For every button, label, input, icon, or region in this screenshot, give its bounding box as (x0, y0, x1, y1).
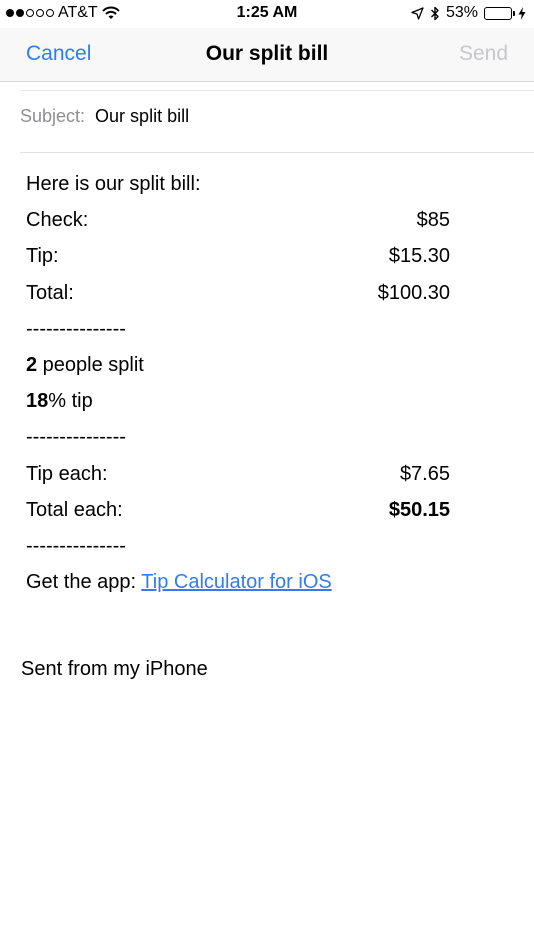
check-row: Check: $85 (26, 202, 450, 238)
separator: --------------- (26, 419, 450, 455)
total-value: $100.30 (377, 281, 450, 304)
location-arrow-icon (411, 6, 424, 20)
total-each-row: Total each: $50.15 (26, 492, 450, 528)
subject-field[interactable]: Subject: Our split bill (20, 106, 534, 153)
check-value: $85 (416, 209, 450, 232)
message-body[interactable]: Here is our split bill: Check: $85 Tip: … (26, 166, 450, 600)
tip-percent-split: 18% tip (26, 383, 93, 419)
tip-value: $15.30 (388, 245, 450, 268)
tip-label: Tip: (26, 245, 59, 268)
nav-bar: Cancel Our split bill Send (0, 28, 534, 82)
battery-percent: 53% (445, 4, 478, 21)
people-text: people split (37, 353, 144, 376)
app-link[interactable]: Tip Calculator for iOS (141, 571, 331, 593)
battery-icon (484, 6, 515, 20)
tip-each-row: Tip each: $7.65 (26, 456, 450, 492)
tip-percent: 18 (26, 390, 49, 413)
body-intro: Here is our split bill: (26, 166, 450, 202)
page-title: Our split bill (205, 42, 329, 65)
separator-text: --------------- (26, 317, 126, 340)
app-row: Get the app: Tip Calculator for iOS (26, 564, 450, 600)
bluetooth-icon (430, 6, 439, 20)
send-button[interactable]: Send (459, 42, 508, 66)
header-divider (20, 90, 534, 91)
separator-text: --------------- (26, 426, 126, 449)
total-each-label: Total each: (26, 498, 123, 521)
intro-text: Here is our split bill: (26, 173, 201, 195)
total-label: Total: (26, 281, 74, 304)
people-count: 2 (26, 353, 38, 376)
check-label: Check: (26, 209, 89, 232)
tip-row: Tip: $15.30 (26, 238, 450, 274)
total-row: Total: $100.30 (26, 275, 450, 311)
tip-each-value: $7.65 (399, 462, 450, 485)
app-line: Get the app: Tip Calculator for iOS (26, 564, 332, 600)
people-split: 2 people split (26, 347, 144, 383)
people-row: 2 people split (26, 347, 450, 383)
tip-percent-text: % tip (48, 390, 93, 413)
battery-cap (513, 10, 515, 16)
total-each-value: $50.15 (388, 498, 450, 521)
signature: Sent from my iPhone (21, 658, 208, 680)
tip-percent-row: 18% tip (26, 383, 450, 419)
app-prefix: Get the app: (26, 571, 142, 594)
separator-text: --------------- (26, 534, 126, 557)
tip-each-label: Tip each: (26, 462, 108, 485)
charging-bolt-icon (518, 6, 526, 20)
status-right: 53% (411, 4, 526, 22)
subject-label: Subject: (20, 106, 86, 126)
status-bar: AT&T 1:25 AM 53% (0, 0, 534, 28)
separator: --------------- (26, 311, 450, 347)
subject-input[interactable]: Our split bill (95, 106, 189, 126)
separator: --------------- (26, 528, 450, 564)
